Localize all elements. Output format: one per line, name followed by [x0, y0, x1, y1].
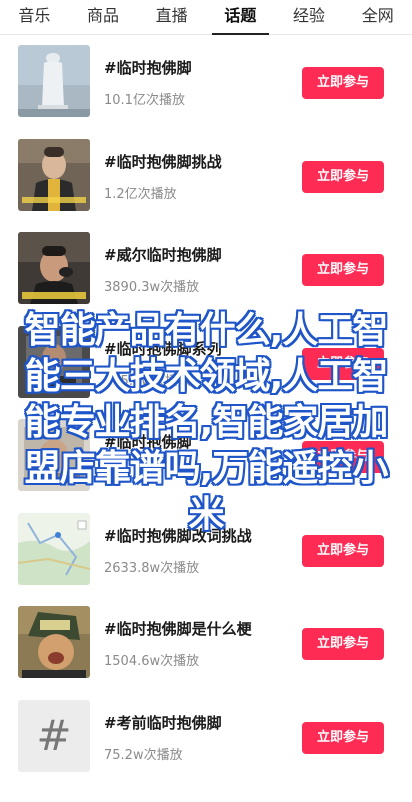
list-item[interactable]: #临时抱佛脚是什么梗 1504.6w次播放 立即参与: [0, 595, 412, 689]
play-count: 105.7w次播放: [104, 373, 191, 389]
topic-thumbnail: [18, 232, 90, 304]
topic-search-page: 音乐 商品 直播 话题 经验 全网 #临时抱佛脚 10.1亿次播放 立即参与 #…: [0, 0, 412, 802]
tab-bar: 音乐 商品 直播 话题 经验 全网: [0, 0, 412, 35]
list-item[interactable]: #临时抱佛脚挑战 1.2亿次播放 立即参与: [0, 128, 412, 222]
topic-title[interactable]: #临时抱佛脚改词挑战: [104, 525, 252, 546]
play-count: 2633.8w次播放: [104, 560, 200, 576]
topic-thumbnail: [18, 419, 90, 491]
topic-thumbnail: [18, 606, 90, 678]
topic-title[interactable]: #临时抱佛脚系列: [104, 338, 222, 359]
join-button[interactable]: 立即参与: [302, 347, 384, 380]
tab-all-web[interactable]: 全网: [343, 0, 412, 34]
topic-title[interactable]: #临时抱佛脚是什么梗: [104, 618, 252, 639]
topic-list: #临时抱佛脚 10.1亿次播放 立即参与 #临时抱佛脚挑战 1.2亿次播放 立即…: [0, 34, 412, 782]
play-count: 10.1亿次播放: [104, 93, 185, 108]
topic-thumbnail: [18, 138, 90, 211]
join-button[interactable]: 立即参与: [302, 534, 384, 567]
join-button[interactable]: 立即参与: [302, 254, 384, 286]
tab-live[interactable]: 直播: [137, 0, 206, 34]
join-button[interactable]: 立即参与: [302, 628, 384, 660]
topic-title[interactable]: #威尔临时抱佛脚: [104, 244, 222, 265]
join-button[interactable]: 立即参与: [302, 721, 384, 754]
topic-thumbnail: [18, 325, 90, 398]
topic-title[interactable]: #临时抱佛脚: [104, 431, 192, 452]
topic-thumbnail: [18, 512, 90, 585]
play-count: 1.2亿次播放: [104, 186, 177, 202]
list-item[interactable]: # #考前临时抱佛脚 75.2w次播放 立即参与: [0, 689, 412, 783]
tab-experience[interactable]: 经验: [275, 0, 344, 34]
topic-title[interactable]: #临时抱佛脚: [104, 57, 192, 78]
tab-music[interactable]: 音乐: [0, 0, 69, 34]
topic-title[interactable]: #考前临时抱佛脚: [104, 712, 222, 733]
list-item[interactable]: #临时抱佛脚系列 105.7w次播放 立即参与: [0, 315, 412, 409]
play-count: 3890.3w次播放: [104, 280, 200, 295]
play-count: 1504.6w次播放: [104, 654, 200, 669]
list-item[interactable]: #临时抱佛脚 立即参与: [0, 408, 412, 502]
topic-title[interactable]: #临时抱佛脚挑战: [104, 151, 222, 172]
topic-thumbnail: [18, 45, 90, 117]
list-item[interactable]: #临时抱佛脚 10.1亿次播放 立即参与: [0, 34, 412, 128]
hash-icon: #: [18, 699, 90, 772]
join-button[interactable]: 立即参与: [302, 441, 384, 473]
join-button[interactable]: 立即参与: [302, 160, 384, 193]
list-item[interactable]: #临时抱佛脚改词挑战 2633.8w次播放 立即参与: [0, 502, 412, 596]
tab-products[interactable]: 商品: [69, 0, 138, 34]
tab-topics[interactable]: 话题: [206, 0, 275, 35]
play-count: 75.2w次播放: [104, 747, 183, 763]
list-item[interactable]: #威尔临时抱佛脚 3890.3w次播放 立即参与: [0, 221, 412, 315]
join-button[interactable]: 立即参与: [302, 67, 384, 99]
